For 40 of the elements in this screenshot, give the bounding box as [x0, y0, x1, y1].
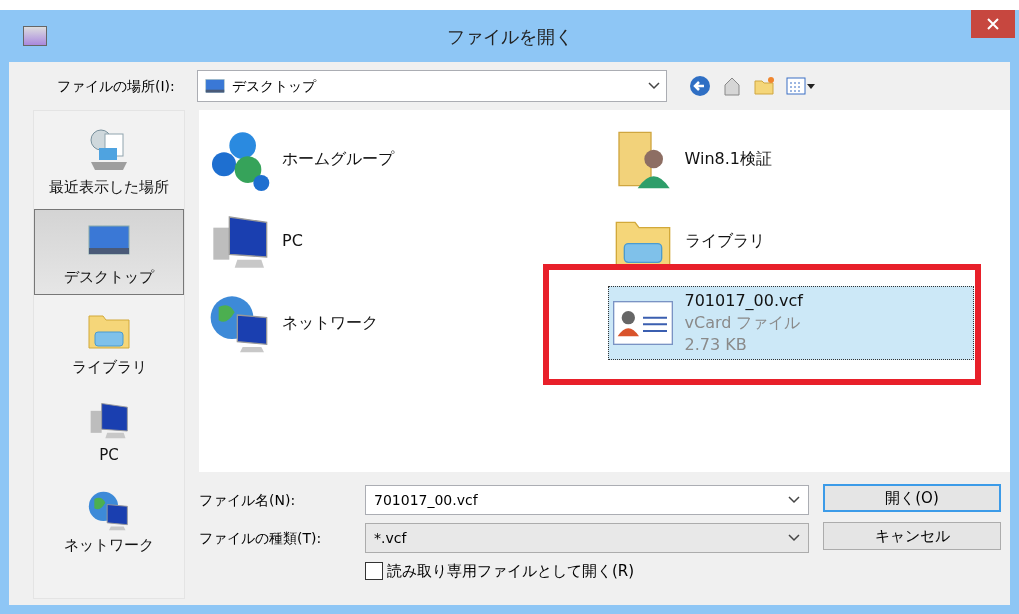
app-logo-icon	[23, 26, 47, 46]
location-dropdown[interactable]: デスクトップ	[197, 70, 667, 102]
file-item[interactable]: ライブラリ	[607, 204, 974, 278]
file-detail: 2.73 KB	[684, 334, 748, 356]
file-item[interactable]: ネットワーク	[205, 286, 571, 360]
dialog-button[interactable]: 開く(O)	[823, 484, 1001, 512]
file-name: 701017_00.vcf	[684, 290, 803, 312]
chevron-down-icon	[648, 82, 660, 90]
close-button[interactable]	[971, 10, 1015, 38]
read-only-label: 読み取り専用ファイルとして開く(R)	[387, 561, 635, 582]
read-only-checkbox[interactable]	[365, 562, 383, 581]
window-title: ファイルを開く	[446, 24, 573, 49]
file-name-field[interactable]: 701017_00.vcf	[365, 485, 809, 515]
place-item[interactable]: PC	[34, 389, 184, 475]
place-item[interactable]: 最近表示した場所	[34, 119, 184, 205]
file-type-label: ファイルの種類(T):	[199, 528, 323, 548]
file-name: ネットワーク	[282, 312, 378, 334]
file-item[interactable]: 701017_00.vcf vCard ファイル 2.73 KB	[607, 286, 974, 360]
chevron-down-icon	[788, 496, 800, 504]
file-name: ホームグループ	[282, 148, 394, 170]
place-item[interactable]: デスクトップ	[34, 209, 184, 295]
file-detail: vCard ファイル	[684, 312, 802, 334]
dialog-button[interactable]: キャンセル	[823, 522, 1001, 550]
file-type-value: *.vcf	[374, 528, 408, 548]
place-item[interactable]: ライブラリ	[34, 299, 184, 385]
file-name-value: 701017_00.vcf	[374, 490, 479, 510]
file-item[interactable]: Win8.1検証	[607, 122, 974, 196]
chevron-down-icon	[788, 534, 800, 542]
file-name: ライブラリ	[684, 230, 765, 252]
place-item[interactable]: ネットワーク	[34, 479, 184, 565]
file-name-label: ファイル名(N):	[199, 490, 297, 510]
file-item[interactable]: ホームグループ	[205, 122, 571, 196]
file-item[interactable]: PC	[205, 204, 571, 278]
location-label: ファイルの場所(I):	[57, 76, 176, 96]
file-name: Win8.1検証	[684, 148, 772, 170]
location-value: デスクトップ	[232, 76, 318, 96]
close-icon	[987, 18, 999, 30]
view-menu-icon[interactable]	[785, 75, 815, 97]
file-name: PC	[282, 230, 303, 252]
file-type-dropdown[interactable]: *.vcf	[365, 523, 809, 553]
